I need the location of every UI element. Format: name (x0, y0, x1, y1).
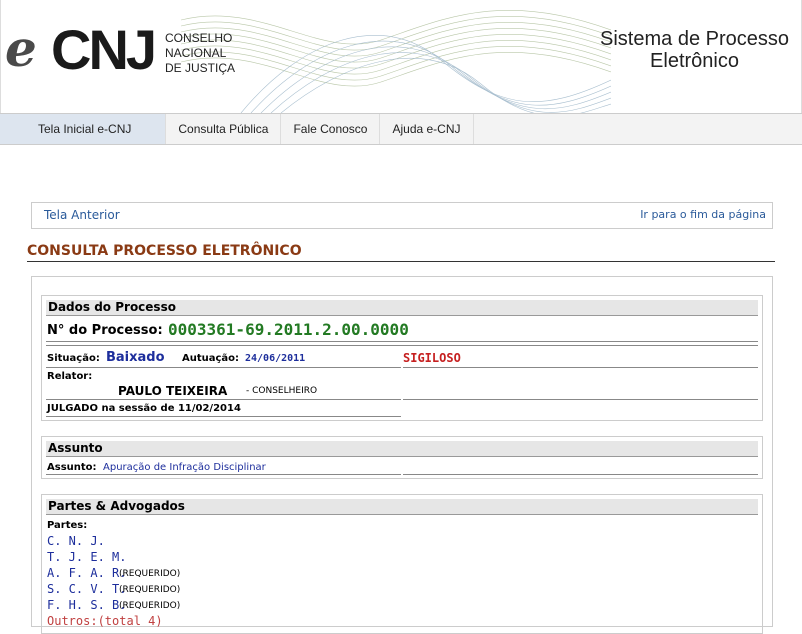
relator-name: PAULO TEIXEIRA (118, 384, 228, 398)
main-nav: Tela Inicial e-CNJ Consulta Pública Fale… (0, 113, 802, 145)
logo-cnj: CNJ (51, 18, 157, 81)
org-name: CONSELHO NACIONAL DE JUSTIÇA (165, 31, 235, 76)
julgado-text: JULGADO na sessão de 11/02/2014 (47, 403, 241, 414)
parte-role: (REQUERIDO) (119, 585, 181, 595)
autuacao-value: 24/06/2011 (245, 353, 306, 364)
back-link[interactable]: Tela Anterior (44, 208, 120, 222)
autuacao-label: Autuação: (182, 353, 240, 364)
logo-e: e (5, 19, 37, 78)
site-header: e CNJ CONSELHO NACIONAL DE JUSTIÇA Siste… (0, 0, 802, 113)
divider (403, 399, 758, 400)
process-number-label: N° do Processo: (47, 323, 163, 338)
parte-name[interactable]: S. C. V. T. (47, 582, 126, 596)
partes-label: Partes: (47, 520, 88, 531)
assunto-value[interactable]: Apuração de Infração Disciplinar (103, 462, 266, 473)
divider (403, 367, 758, 368)
system-title-line-1: Sistema de Processo (600, 28, 789, 50)
process-number-value: 0003361-69.2011.2.00.0000 (168, 320, 409, 339)
parte-name[interactable]: T. J. E. M. (47, 550, 126, 564)
tab-fale-conosco[interactable]: Fale Conosco (281, 114, 381, 144)
assunto-label: Assunto: (47, 462, 97, 473)
partes-heading: Partes & Advogados (46, 499, 758, 515)
parte-name[interactable]: A. F. A. R. (47, 566, 126, 580)
page-title: CONSULTA PROCESSO ELETRÔNICO (27, 243, 775, 262)
org-line-1: CONSELHO (165, 31, 233, 45)
system-title-line-2: Eletrônico (650, 50, 739, 72)
org-line-3: DE JUSTIÇA (165, 61, 236, 75)
parte-name[interactable]: C. N. J. (47, 534, 105, 548)
divider (46, 416, 401, 417)
process-data-panel: Dados do Processo N° do Processo: 000336… (41, 295, 763, 421)
divider (46, 341, 758, 342)
divider (46, 367, 401, 368)
divider (46, 474, 401, 475)
tab-tela-inicial[interactable]: Tela Inicial e-CNJ (0, 114, 167, 144)
process-data-heading: Dados do Processo (46, 300, 758, 316)
jump-to-end-link[interactable]: Ir para o fim da página (640, 208, 766, 221)
sigilo-badge: SIGILOSO (403, 351, 461, 365)
assunto-heading: Assunto (46, 441, 758, 457)
assunto-panel: Assunto Assunto: Apuração de Infração Di… (41, 436, 763, 479)
decorative-waves (181, 10, 611, 113)
divider (403, 474, 758, 475)
parte-role: (REQUERIDO) (119, 601, 181, 611)
system-title: Sistema de Processo Eletrônico (600, 28, 789, 72)
situacao-label: Situação: (47, 353, 100, 364)
relator-label: Relator: (47, 371, 93, 382)
outros-link[interactable]: Outros:(total 4) (47, 614, 163, 628)
divider (46, 399, 401, 400)
tab-consulta-publica[interactable]: Consulta Pública (166, 114, 282, 144)
parte-role: (REQUERIDO) (119, 569, 181, 579)
parte-name[interactable]: F. H. S. B. (47, 598, 126, 612)
tab-ajuda[interactable]: Ajuda e-CNJ (380, 114, 474, 144)
partes-panel: Partes & Advogados Partes: C. N. J. T. J… (41, 494, 763, 634)
org-line-2: NACIONAL (165, 46, 227, 60)
relator-role: - CONSELHEIRO (246, 386, 318, 396)
situacao-value: Baixado (106, 350, 165, 365)
divider (46, 345, 758, 346)
navigation-bar: Tela Anterior Ir para o fim da página (31, 202, 773, 229)
